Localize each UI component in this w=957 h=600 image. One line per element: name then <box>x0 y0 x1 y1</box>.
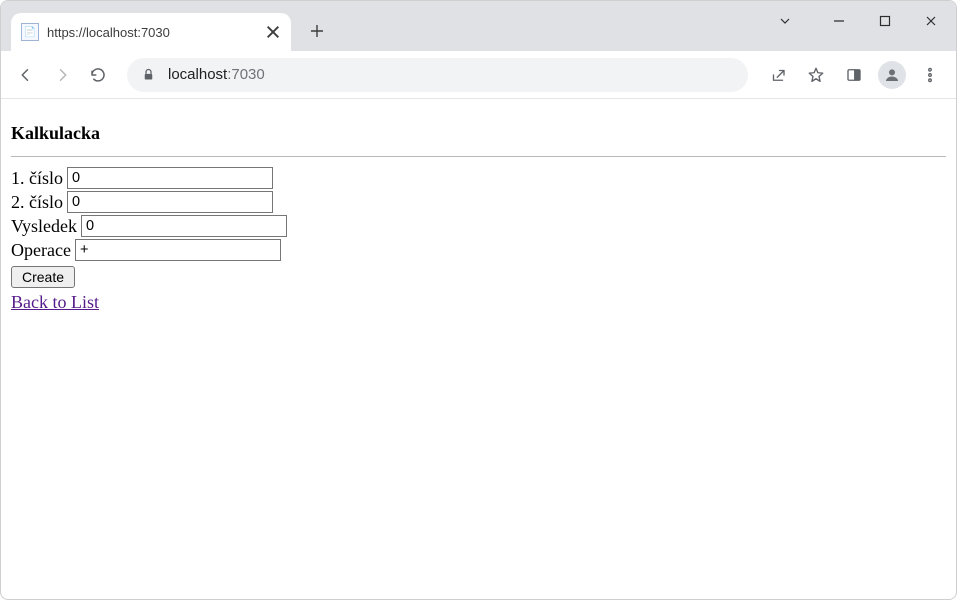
address-bar[interactable]: localhost:7030 <box>127 58 748 92</box>
bookmark-button[interactable] <box>798 58 834 92</box>
window-controls <box>762 1 954 41</box>
label-vysledek: Vysledek <box>11 216 77 237</box>
browser-tab[interactable]: 📄 https://localhost:7030 <box>11 13 291 51</box>
tab-search-chevron-icon[interactable] <box>762 2 808 40</box>
url-host: localhost:7030 <box>168 66 265 83</box>
row-vysledek: Vysledek <box>11 215 946 237</box>
menu-button[interactable] <box>912 58 948 92</box>
page-favicon-icon: 📄 <box>21 23 39 41</box>
window-close-button[interactable] <box>908 2 954 40</box>
input-vysledek[interactable] <box>81 215 287 237</box>
input-cislo2[interactable] <box>67 191 273 213</box>
label-cislo1: 1. číslo <box>11 168 63 189</box>
lock-icon <box>141 67 156 82</box>
row-cislo2: 2. číslo <box>11 191 946 213</box>
back-button[interactable] <box>9 58 43 92</box>
share-button[interactable] <box>760 58 796 92</box>
tab-close-button[interactable] <box>265 24 281 40</box>
window-maximize-button[interactable] <box>862 2 908 40</box>
window-minimize-button[interactable] <box>816 2 862 40</box>
forward-button[interactable] <box>45 58 79 92</box>
label-operace: Operace <box>11 240 71 261</box>
title-bar: 📄 https://localhost:7030 <box>1 1 956 51</box>
side-panel-button[interactable] <box>836 58 872 92</box>
input-cislo1[interactable] <box>67 167 273 189</box>
row-cislo1: 1. číslo <box>11 167 946 189</box>
new-tab-button[interactable] <box>303 17 331 45</box>
tab-title: https://localhost:7030 <box>47 25 170 40</box>
label-cislo2: 2. číslo <box>11 192 63 213</box>
toolbar-actions <box>760 58 948 92</box>
back-to-list-link[interactable]: Back to List <box>11 292 99 313</box>
browser-window: 📄 https://localhost:7030 <box>0 0 957 600</box>
page-content: Kalkulacka 1. číslo 2. číslo Vysledek Op… <box>1 99 956 599</box>
input-operace[interactable] <box>75 239 281 261</box>
page-title: Kalkulacka <box>11 123 946 144</box>
profile-avatar-button[interactable] <box>878 61 906 89</box>
row-operace: Operace <box>11 239 946 261</box>
divider <box>11 156 946 157</box>
reload-button[interactable] <box>81 58 115 92</box>
browser-toolbar: localhost:7030 <box>1 51 956 99</box>
create-button[interactable]: Create <box>11 266 75 288</box>
